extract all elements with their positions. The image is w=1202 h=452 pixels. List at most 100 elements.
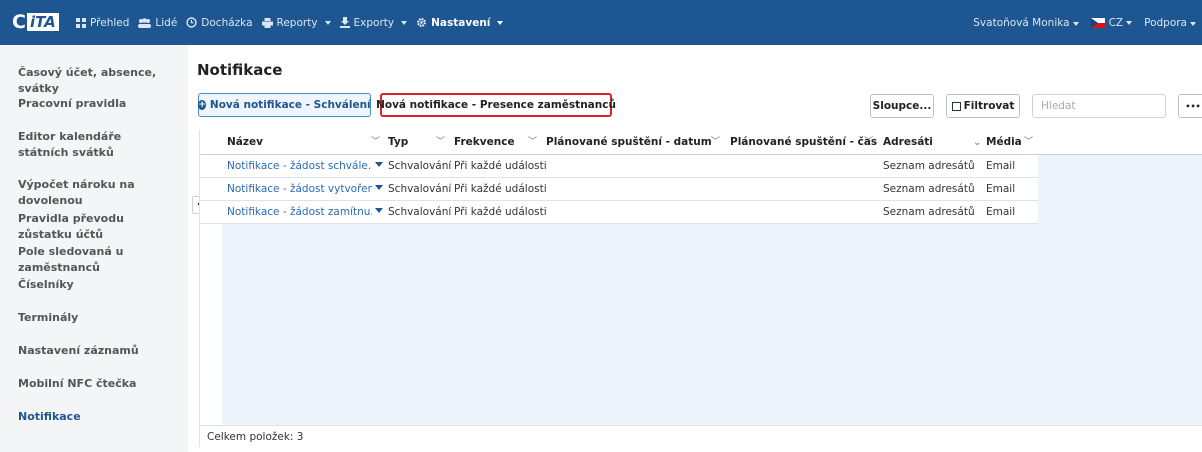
column-header-frekvence[interactable]: Frekvence — [454, 130, 515, 155]
button-label: Nová notifikace - Presence zaměstnanců — [376, 99, 616, 111]
table-header: Název ﹀ Typ ﹀ Frekvence ﹀ Plánované spuš… — [200, 130, 1202, 155]
button-label: Filtrovat — [963, 100, 1015, 112]
nav-item-prehled[interactable]: Přehled — [76, 17, 129, 29]
nav-label: Nastavení — [431, 16, 491, 29]
app-logo[interactable]: C iTA — [12, 11, 59, 33]
cell-frekvence: Při každé události — [454, 183, 547, 195]
sidebar-item-nastaveni-zaznamu[interactable]: Nastavení záznamů — [18, 343, 178, 359]
checkbox-icon — [951, 101, 961, 111]
clock-icon — [186, 17, 197, 28]
printer-icon — [261, 17, 273, 28]
more-options-button[interactable]: ••• — [1178, 94, 1202, 118]
user-menu: Svatoňová Monika CZ Podpora — [973, 0, 1196, 45]
chevron-down-icon — [1126, 20, 1133, 25]
nav-item-nastaveni[interactable]: Nastavení — [416, 16, 504, 29]
column-header-datum[interactable]: Plánované spuštění - datum — [546, 130, 712, 155]
sidebar-item-terminaly[interactable]: Terminály — [18, 310, 178, 326]
nav-label: Docházka — [201, 16, 253, 29]
chevron-down-icon — [324, 20, 331, 25]
top-navbar: C iTA Přehled Lidé Docházka Reporty Expo… — [0, 0, 1202, 45]
notifications-table: Název ﹀ Typ ﹀ Frekvence ﹀ Plánované spuš… — [199, 130, 1202, 447]
sort-chevron-icon[interactable]: ﹀ — [528, 130, 537, 155]
support-label: Podpora — [1144, 16, 1187, 29]
row-dropdown-icon[interactable] — [375, 208, 383, 213]
cell-typ: Schvalování — [388, 206, 452, 218]
button-label: Nová notifikace - Schválení — [209, 99, 371, 111]
cell-media: Email — [986, 183, 1016, 195]
button-label: Sloupce... — [872, 100, 932, 112]
chevron-down-icon — [1190, 21, 1196, 26]
more-icon: ••• — [1185, 101, 1201, 111]
new-presence-notification-button[interactable]: Nová notifikace - Presence zaměstnanců — [376, 93, 616, 117]
gear-icon — [417, 18, 427, 27]
nav-item-reporty[interactable]: Reporty — [261, 16, 331, 29]
table-row[interactable]: Notifikace - žádost zamítnu... Schvalová… — [200, 201, 1038, 224]
cell-adresati: Seznam adresátů — [883, 206, 975, 218]
sidebar-item-notifikace[interactable]: Notifikace — [18, 409, 178, 425]
filter-button[interactable]: Filtrovat — [946, 94, 1020, 118]
cell-nazev[interactable]: Notifikace - žádost vytvořena — [227, 178, 372, 200]
column-header-media[interactable]: Média — [986, 130, 1022, 155]
nav-label: Exporty — [353, 16, 395, 29]
table-footer: Celkem položek: 3 — [200, 425, 1202, 447]
cell-frekvence: Při každé události — [454, 160, 547, 172]
main-menu: Přehled Lidé Docházka Reporty Exporty Na… — [76, 0, 504, 45]
cell-typ: Schvalování — [388, 183, 452, 195]
nav-label: Lidé — [155, 16, 178, 29]
row-dropdown-icon[interactable] — [375, 162, 383, 167]
sort-chevron-icon[interactable]: ﹀ — [436, 130, 445, 155]
cell-nazev[interactable]: Notifikace - žádost schvále... — [227, 155, 372, 177]
czech-flag-icon — [1090, 17, 1105, 28]
sidebar-item-pracovni-pravidla[interactable]: Pracovní pravidla — [18, 96, 178, 112]
cell-media: Email — [986, 206, 1016, 218]
chevron-down-icon — [1072, 21, 1079, 26]
language-label: CZ — [1108, 16, 1124, 29]
columns-button[interactable]: Sloupce... — [870, 94, 934, 118]
logo-box: iTA — [26, 13, 59, 31]
column-header-nazev[interactable]: Název — [227, 130, 263, 155]
nav-item-lide[interactable]: Lidé — [138, 17, 177, 29]
user-dropdown[interactable]: Svatoňová Monika — [973, 16, 1079, 29]
support-dropdown[interactable]: Podpora — [1144, 17, 1196, 29]
plus-circle-icon: + — [198, 100, 206, 110]
page-title: Notifikace — [197, 61, 283, 79]
sidebar-item-casovy-ucet[interactable]: Časový účet, absence, svátky — [18, 65, 178, 97]
user-name: Svatoňová Monika — [973, 16, 1070, 29]
cell-media: Email — [986, 160, 1016, 172]
column-header-typ[interactable]: Typ — [388, 130, 408, 155]
settings-sidebar: Časový účet, absence, svátky Pracovní pr… — [0, 45, 188, 452]
logo-letter: C — [12, 11, 26, 33]
sort-chevron-icon[interactable]: ﹀ — [371, 130, 380, 155]
chevron-down-icon — [497, 20, 504, 25]
nav-label: Přehled — [90, 16, 130, 29]
row-dropdown-icon[interactable] — [375, 185, 383, 190]
table-row[interactable]: Notifikace - žádost schvále... Schvalová… — [200, 155, 1038, 178]
cell-nazev[interactable]: Notifikace - žádost zamítnu... — [227, 201, 372, 223]
column-header-cas[interactable]: Plánované spuštění - čas — [730, 130, 877, 155]
sidebar-item-pravidla-prevodu[interactable]: Pravidla převodu zůstatku účtů — [18, 211, 178, 243]
sidebar-item-ciselniky[interactable]: Číselníky — [18, 277, 178, 293]
sidebar-item-editor-kalendare[interactable]: Editor kalendáře státních svátků — [18, 129, 168, 161]
people-icon — [138, 17, 152, 28]
sort-chevron-icon[interactable]: ﹀ — [864, 130, 873, 155]
column-header-adresati[interactable]: Adresáti — [883, 130, 933, 155]
nav-item-dochazka[interactable]: Docházka — [186, 16, 253, 29]
sidebar-item-pole-sledovana[interactable]: Pole sledovaná u zaměstnanců — [18, 244, 178, 276]
new-approval-notification-button[interactable]: + Nová notifikace - Schválení — [198, 93, 371, 117]
cell-typ: Schvalování — [388, 160, 452, 172]
sort-icon[interactable]: ⌄ — [973, 130, 981, 155]
chevron-down-icon — [401, 20, 408, 25]
sidebar-item-vypocet-naroku[interactable]: Výpočet nároku na dovolenou — [18, 177, 178, 209]
nav-label: Reporty — [276, 16, 318, 29]
table-row[interactable]: Notifikace - žádost vytvořena Schvalován… — [200, 178, 1038, 201]
nav-item-exporty[interactable]: Exporty — [339, 16, 408, 29]
sidebar-item-mobilni-nfc[interactable]: Mobilní NFC čtečka — [18, 376, 178, 392]
total-items-count: Celkem položek: 3 — [207, 431, 304, 443]
cell-frekvence: Při každé události — [454, 206, 547, 218]
language-dropdown[interactable]: CZ — [1090, 16, 1133, 29]
sort-chevron-icon[interactable]: ﹀ — [1024, 130, 1033, 155]
cell-adresati: Seznam adresátů — [883, 183, 975, 195]
sort-chevron-icon[interactable]: ﹀ — [711, 130, 720, 155]
export-icon — [339, 17, 350, 28]
search-input[interactable]: Hledat — [1032, 94, 1166, 118]
